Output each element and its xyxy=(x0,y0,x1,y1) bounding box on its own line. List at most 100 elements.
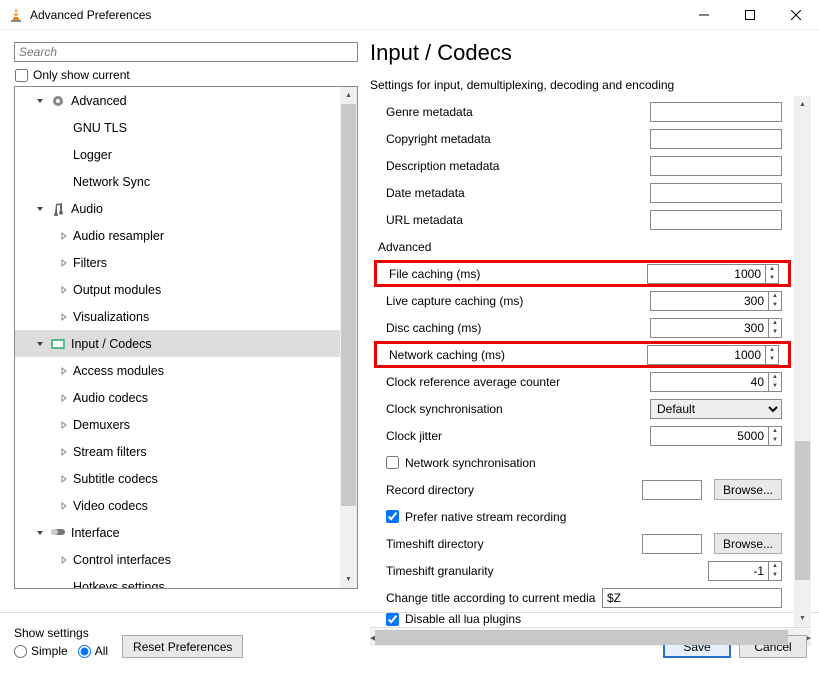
checkbox[interactable] xyxy=(386,510,399,523)
title-bar: Advanced Preferences xyxy=(0,0,819,30)
tree-item-label: Demuxers xyxy=(73,418,130,432)
reset-preferences-button[interactable]: Reset Preferences xyxy=(122,635,243,658)
tree-item[interactable]: Output modules xyxy=(15,276,340,303)
setting-row: Clock synchronisationDefault xyxy=(374,395,794,422)
setting-label: Disc caching (ms) xyxy=(374,321,650,335)
tree-item-label: Video codecs xyxy=(73,499,148,513)
text-input[interactable] xyxy=(650,210,782,230)
tree-item[interactable]: Access modules xyxy=(15,357,340,384)
tree-item[interactable]: Control interfaces xyxy=(15,546,340,573)
setting-row: Network caching (ms)▲▼ xyxy=(374,341,791,368)
setting-row: Date metadata xyxy=(374,179,794,206)
tree-item-label: Filters xyxy=(73,256,107,270)
browse-button[interactable]: Browse... xyxy=(714,533,782,554)
setting-row: Advanced xyxy=(374,233,794,260)
setting-row: Live capture caching (ms)▲▼ xyxy=(374,287,794,314)
setting-label: File caching (ms) xyxy=(377,267,647,281)
tree-item-label: Network Sync xyxy=(73,175,150,189)
setting-label: Date metadata xyxy=(374,186,650,200)
setting-label: Copyright metadata xyxy=(374,132,650,146)
setting-row: Timeshift directory Browse... xyxy=(374,530,794,557)
tree-item[interactable]: Filters xyxy=(15,249,340,276)
tree-group-input-codecs[interactable]: Input / Codecs xyxy=(15,330,340,357)
tree-scrollbar[interactable]: ▲ ▼ xyxy=(340,87,357,588)
setting-label: Network synchronisation xyxy=(405,456,536,470)
tree-item[interactable]: Stream filters xyxy=(15,438,340,465)
minimize-button[interactable] xyxy=(681,0,727,30)
setting-label: URL metadata xyxy=(374,213,650,227)
tree-item[interactable]: Audio resampler xyxy=(15,222,340,249)
spin-input[interactable]: ▲▼ xyxy=(650,426,782,446)
setting-label: Clock reference average counter xyxy=(374,375,650,389)
tree-item[interactable]: Network Sync xyxy=(15,168,340,195)
setting-label: Timeshift directory xyxy=(374,537,642,551)
setting-row: Copyright metadata xyxy=(374,125,794,152)
setting-row: Disc caching (ms)▲▼ xyxy=(374,314,794,341)
select-input[interactable]: Default xyxy=(650,399,782,419)
tree-item-label: GNU TLS xyxy=(73,121,127,135)
tree-group-advanced[interactable]: Advanced xyxy=(15,87,340,114)
tree-item[interactable]: Demuxers xyxy=(15,411,340,438)
setting-row: Timeshift granularity▲▼ xyxy=(374,557,794,584)
text-input[interactable] xyxy=(650,183,782,203)
show-settings-label: Show settings xyxy=(14,626,108,640)
tree-item-label: Access modules xyxy=(73,364,164,378)
spin-input[interactable]: ▲▼ xyxy=(650,372,782,392)
path-input[interactable] xyxy=(642,534,702,554)
spin-input[interactable]: ▲▼ xyxy=(647,264,779,284)
path-input[interactable] xyxy=(642,480,702,500)
spin-input[interactable]: ▲▼ xyxy=(708,561,782,581)
tree-item-label: Hotkeys settings xyxy=(73,580,165,589)
spin-input[interactable]: ▲▼ xyxy=(650,318,782,338)
only-show-current-label: Only show current xyxy=(33,68,130,82)
setting-row: Clock jitter▲▼ xyxy=(374,422,794,449)
browse-button[interactable]: Browse... xyxy=(714,479,782,500)
tree-item[interactable]: GNU TLS xyxy=(15,114,340,141)
setting-row: Clock reference average counter▲▼ xyxy=(374,368,794,395)
only-show-current-checkbox[interactable]: Only show current xyxy=(15,68,358,82)
settings-scrollbar-vertical[interactable]: ▲ ▼ xyxy=(794,96,811,627)
tree-group-interface[interactable]: Interface xyxy=(15,519,340,546)
tree-item[interactable]: Video codecs xyxy=(15,492,340,519)
tree-item-label: Logger xyxy=(73,148,112,162)
section-label: Advanced xyxy=(374,240,794,254)
text-input[interactable] xyxy=(650,156,782,176)
preferences-tree: Advanced GNU TLS Logger Network Sync Audio Au… xyxy=(14,86,358,589)
simple-radio[interactable]: Simple xyxy=(14,644,68,658)
tree-item[interactable]: Subtitle codecs xyxy=(15,465,340,492)
tree-item[interactable]: Audio codecs xyxy=(15,384,340,411)
close-button[interactable] xyxy=(773,0,819,30)
setting-label: Genre metadata xyxy=(374,105,650,119)
tree-item-label: Control interfaces xyxy=(73,553,171,567)
page-title: Input / Codecs xyxy=(370,40,811,68)
checkbox[interactable] xyxy=(386,456,399,469)
setting-label: Description metadata xyxy=(374,159,650,173)
text-input[interactable] xyxy=(650,129,782,149)
setting-label: Live capture caching (ms) xyxy=(374,294,650,308)
setting-row: File caching (ms)▲▼ xyxy=(374,260,791,287)
text-input[interactable] xyxy=(650,102,782,122)
setting-label: Change title according to current media xyxy=(374,591,602,605)
tree-item-label: Audio codecs xyxy=(73,391,148,405)
all-radio[interactable]: All xyxy=(78,644,108,658)
settings-scrollbar-horizontal[interactable]: ◀▶ xyxy=(370,629,811,646)
tree-item-label: Advanced xyxy=(71,94,127,108)
checkbox[interactable] xyxy=(386,613,399,626)
tree-item[interactable]: Logger xyxy=(15,141,340,168)
search-input[interactable] xyxy=(14,42,358,62)
spin-input[interactable]: ▲▼ xyxy=(647,345,779,365)
tree-item-label: Audio resampler xyxy=(73,229,164,243)
tree-item-label: Subtitle codecs xyxy=(73,472,158,486)
maximize-button[interactable] xyxy=(727,0,773,30)
tree-group-audio[interactable]: Audio xyxy=(15,195,340,222)
interface-icon xyxy=(49,525,67,541)
page-subtitle: Settings for input, demultiplexing, deco… xyxy=(370,78,811,92)
setting-row: Record directoryBrowse... xyxy=(374,476,794,503)
spin-input[interactable]: ▲▼ xyxy=(650,291,782,311)
setting-row: Prefer native stream recording xyxy=(374,503,794,530)
tree-item[interactable]: Hotkeys settings xyxy=(15,573,340,588)
text-input[interactable] xyxy=(602,588,782,608)
vlc-cone-icon xyxy=(8,7,24,23)
setting-row: Description metadata xyxy=(374,152,794,179)
tree-item[interactable]: Visualizations xyxy=(15,303,340,330)
